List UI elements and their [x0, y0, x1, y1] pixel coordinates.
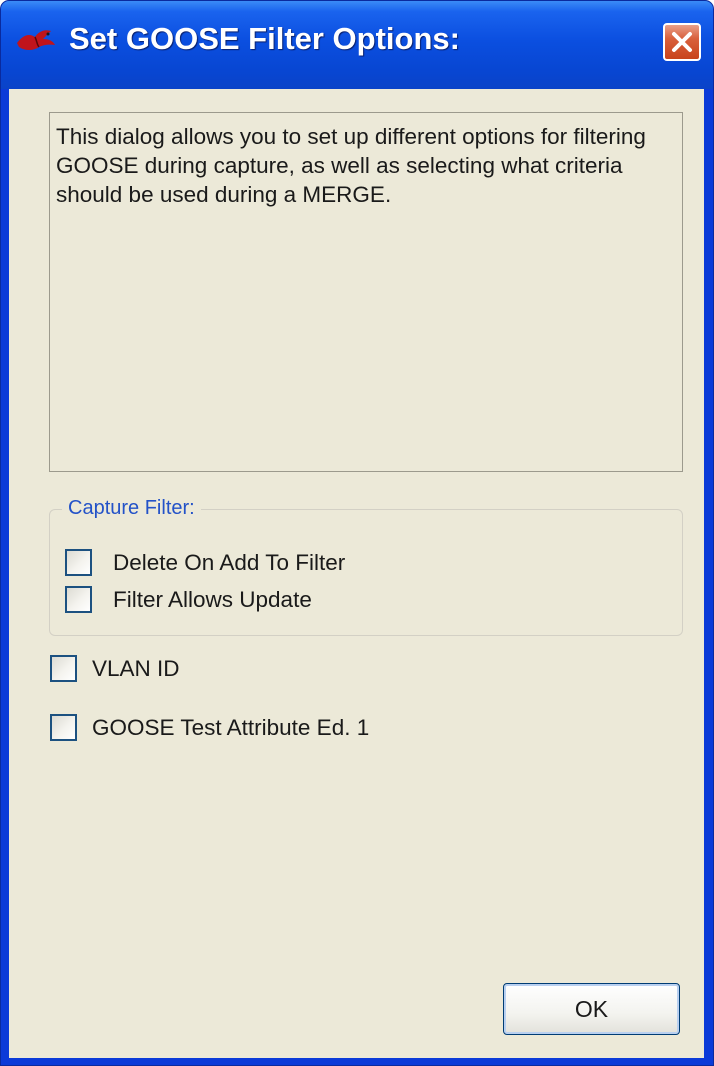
close-icon	[672, 32, 692, 52]
checkbox-box[interactable]	[65, 549, 92, 576]
checkbox-label: Delete On Add To Filter	[113, 549, 346, 575]
checkbox-box[interactable]	[50, 714, 77, 741]
title-bar[interactable]: Set GOOSE Filter Options:	[1, 1, 713, 89]
window-title: Set GOOSE Filter Options:	[69, 21, 460, 56]
capture-filter-legend: Capture Filter:	[62, 497, 201, 520]
ok-button[interactable]: OK	[503, 983, 680, 1035]
checkbox-box[interactable]	[50, 655, 77, 682]
filter-allows-update-checkbox[interactable]: Filter Allows Update	[65, 586, 312, 613]
checkbox-label: VLAN ID	[92, 655, 180, 681]
delete-on-add-to-filter-checkbox[interactable]: Delete On Add To Filter	[65, 549, 345, 576]
checkbox-box[interactable]	[65, 586, 92, 613]
description-text: This dialog allows you to set up differe…	[49, 112, 683, 472]
goose-test-attribute-checkbox[interactable]: GOOSE Test Attribute Ed. 1	[50, 714, 369, 741]
bird-icon	[17, 30, 55, 50]
vlan-id-checkbox[interactable]: VLAN ID	[50, 655, 180, 682]
close-button[interactable]	[663, 23, 701, 61]
dialog-window: Set GOOSE Filter Options: This dialog al…	[0, 0, 714, 1066]
checkbox-label: GOOSE Test Attribute Ed. 1	[92, 714, 370, 740]
checkbox-label: Filter Allows Update	[113, 586, 312, 612]
dialog-body: This dialog allows you to set up differe…	[9, 89, 704, 1058]
